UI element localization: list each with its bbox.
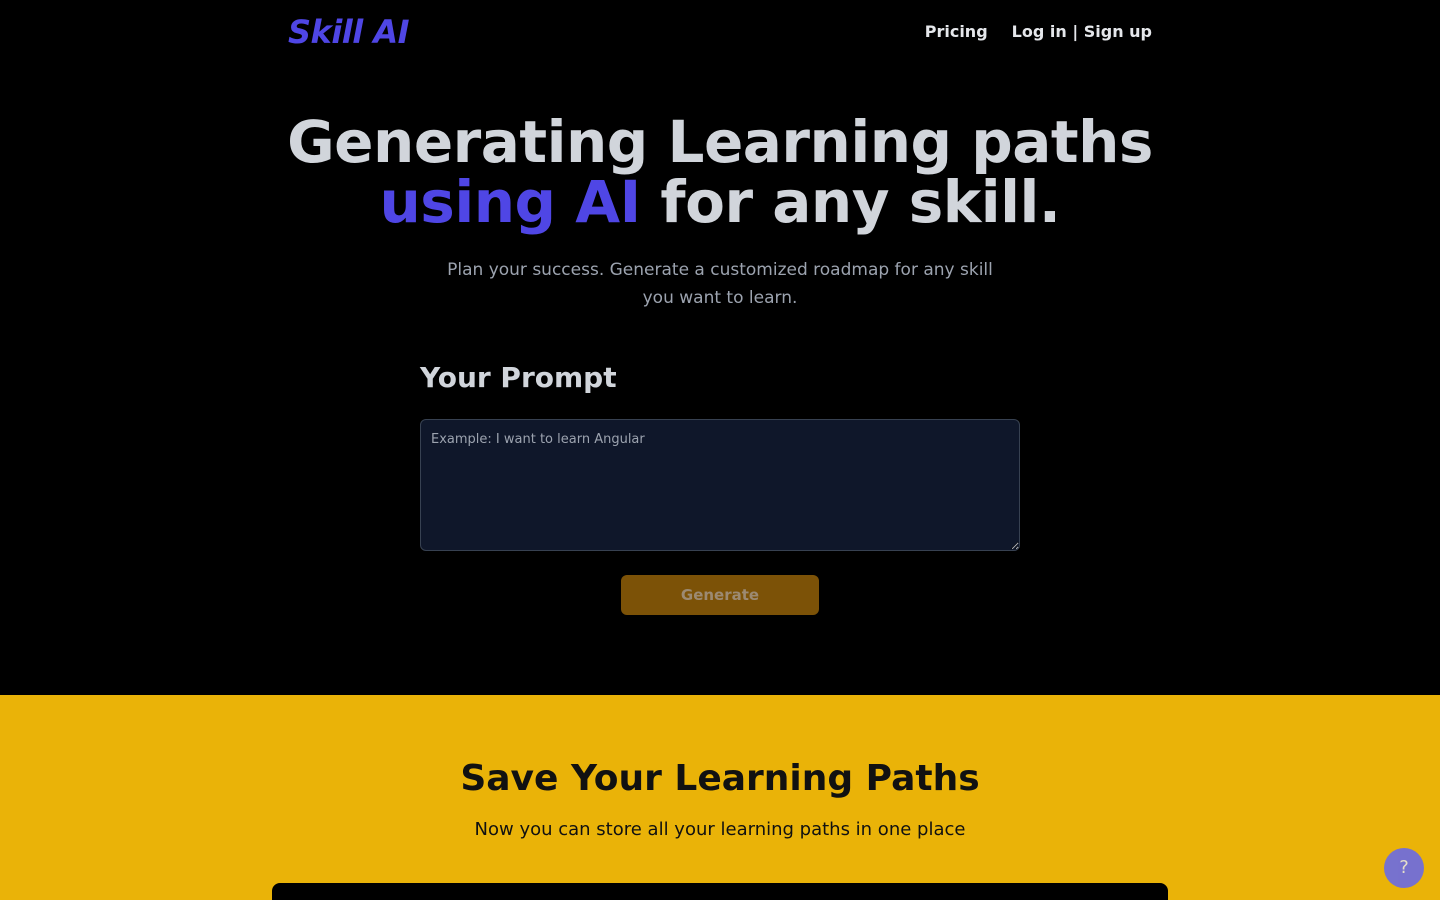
top-nav: Skill AI Pricing Log in | Sign up	[0, 0, 1440, 64]
save-section-title: Save Your Learning Paths	[460, 758, 980, 799]
login-signup-link[interactable]: Log in | Sign up	[1012, 20, 1152, 44]
logo[interactable]: Skill AI	[288, 10, 410, 54]
question-icon[interactable]: ?	[1384, 848, 1424, 888]
generate-button[interactable]: Generate	[621, 575, 819, 615]
page: Skill AI Pricing Log in | Sign up Genera…	[0, 0, 1440, 900]
hero-title-accent: using AI	[379, 168, 642, 236]
prompt-input[interactable]	[420, 419, 1020, 551]
hero-title-line1: Generating Learning paths	[287, 108, 1153, 176]
hero-title: Generating Learning paths using AI for a…	[0, 112, 1440, 232]
preview-card	[272, 883, 1168, 900]
prompt-label: Your Prompt	[420, 361, 617, 394]
nav-links: Pricing Log in | Sign up	[925, 20, 1152, 44]
hero-subtitle: Plan your success. Generate a customized…	[447, 260, 993, 308]
hero-title-rest: for any skill.	[660, 168, 1061, 236]
save-paths-section: Save Your Learning Paths Now you can sto…	[0, 695, 1440, 900]
pricing-link[interactable]: Pricing	[925, 20, 988, 44]
save-section-subtitle: Now you can store all your learning path…	[474, 819, 966, 840]
